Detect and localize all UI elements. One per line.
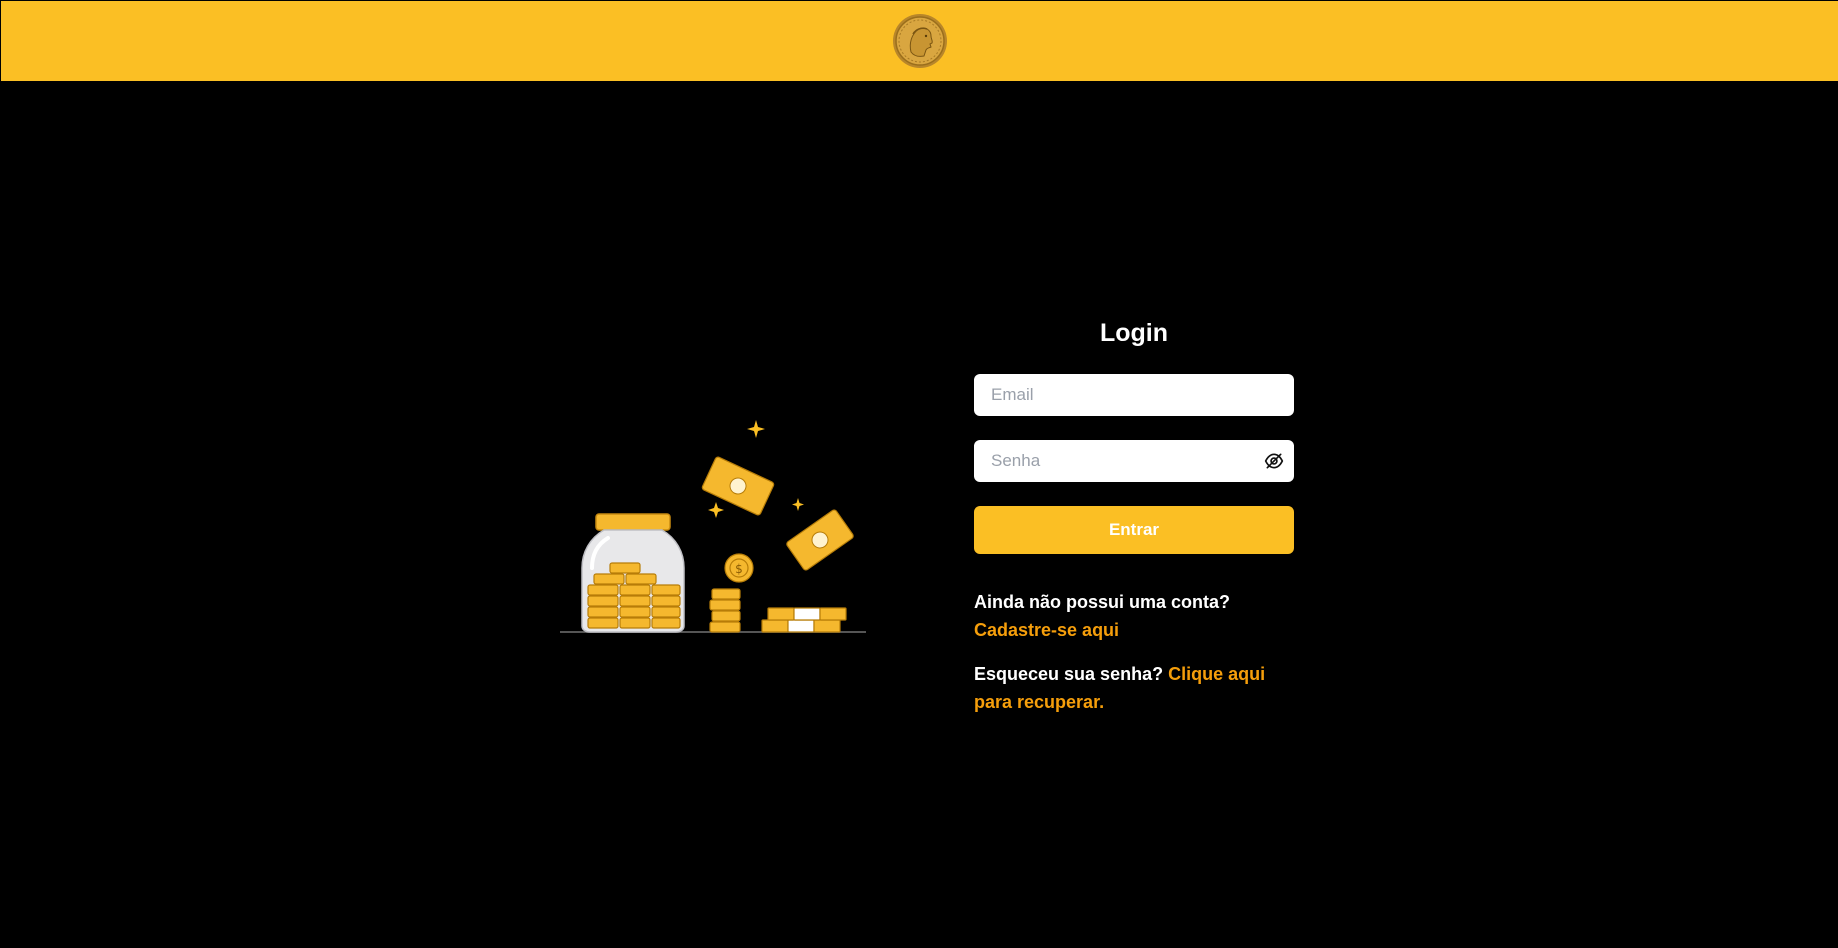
- login-form: Login Entrar Ainda não possui uma conta?…: [974, 318, 1294, 716]
- top-bar: [1, 1, 1838, 81]
- signup-link[interactable]: Cadastre-se aqui: [974, 620, 1119, 640]
- savings-illustration-icon: $: [560, 420, 866, 633]
- login-title: Login: [1099, 319, 1169, 347]
- password-field-wrapper: [974, 440, 1294, 482]
- email-field-wrapper: [974, 374, 1294, 416]
- password-input[interactable]: [974, 440, 1294, 482]
- signup-prompt: Ainda não possui uma conta?: [974, 592, 1231, 612]
- recover-line: Esqueceu sua senha? Clique aqui para rec…: [974, 660, 1294, 716]
- signup-line: Ainda não possui uma conta? Cadastre-se …: [974, 588, 1294, 644]
- recover-prompt: Esqueceu sua senha?: [974, 664, 1164, 684]
- coins-jar-illustration: $: [558, 418, 868, 638]
- email-input[interactable]: [974, 374, 1294, 416]
- eye-off-icon[interactable]: [1264, 451, 1284, 471]
- gold-coin-logo[interactable]: [891, 12, 949, 70]
- submit-login-button[interactable]: Entrar: [974, 506, 1294, 554]
- svg-text:$: $: [735, 562, 743, 576]
